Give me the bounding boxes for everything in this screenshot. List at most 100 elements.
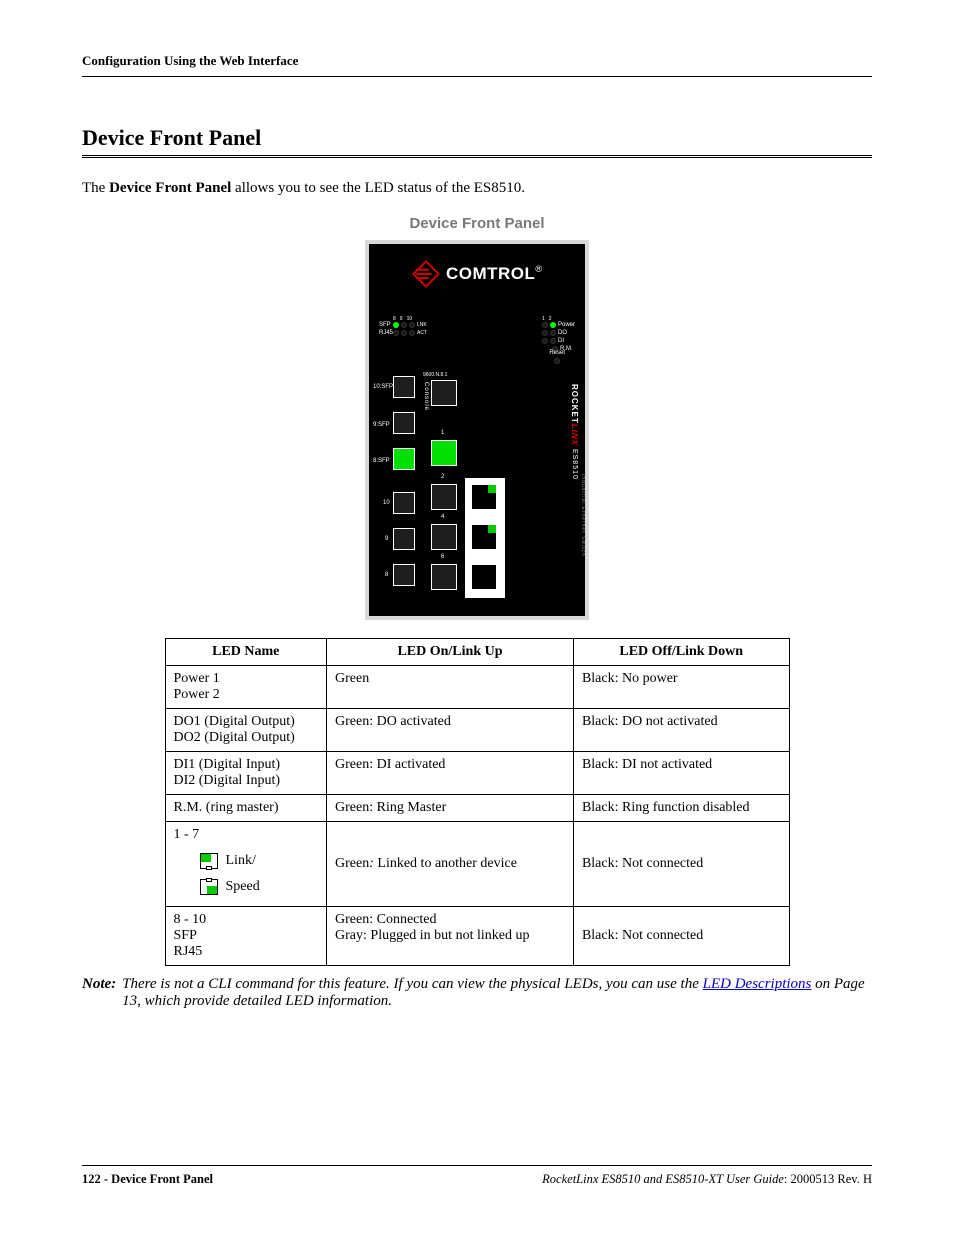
port-10sfp	[393, 376, 415, 398]
console-label: Console	[423, 382, 429, 411]
brand-sub: Industrial Ethernet Switch	[580, 474, 586, 557]
act-label: ACT	[417, 330, 427, 336]
led-dot	[409, 322, 415, 328]
port-6	[431, 564, 457, 590]
lnk-label: LNK	[417, 322, 427, 328]
th-led-name: LED Name	[165, 639, 327, 666]
port-10sfp-label: 10:SFP	[373, 384, 393, 390]
brand-model: ES8510	[571, 446, 578, 480]
rj45-label: RJ45	[379, 330, 391, 336]
cell-name: 8 - 10 SFP RJ45	[165, 907, 327, 966]
cell-on: Green: Ring Master	[327, 795, 574, 822]
led-dot	[550, 322, 556, 328]
port-num-9: 9	[385, 536, 388, 542]
footer-guide-name: RocketLinx ES8510 and ES8510-XT User Gui…	[542, 1172, 784, 1186]
note-body: There is not a CLI command for this feat…	[122, 976, 872, 1010]
port-1	[431, 440, 457, 466]
led-dot	[401, 322, 407, 328]
table-row: DI1 (Digital Input) DI2 (Digital Input) …	[165, 752, 789, 795]
port-num-10: 10	[383, 500, 390, 506]
note-block: Note: There is not a CLI command for thi…	[82, 976, 872, 1010]
panel-caption: Device Front Panel	[82, 215, 872, 232]
cell-off: Black: No power	[573, 666, 789, 709]
reset-label: Reset	[549, 350, 565, 356]
intro-post: allows you to see the LED status of the …	[231, 180, 525, 196]
do-label: DO	[558, 330, 567, 336]
logo-reg: ®	[535, 264, 542, 274]
side-brand: ROCKETLINX ES8510	[570, 384, 579, 480]
section-title: Device Front Panel	[82, 125, 872, 151]
header-text: Configuration Using the Web Interface	[82, 53, 298, 68]
port-8	[393, 564, 415, 586]
port-num-7: 7	[501, 572, 504, 578]
logo-brand-text: COMTROL®	[446, 264, 542, 284]
brand-rocket: ROCKET	[570, 384, 579, 424]
port-num-5: 5	[501, 532, 504, 538]
port-10	[393, 492, 415, 514]
mini-port-icon	[200, 879, 218, 895]
device-front-panel-image: COMTROL® 8 9 10 SFPLNK RJ45ACT 1 2 Power…	[365, 240, 589, 620]
logo-brand: COMTROL	[446, 264, 535, 283]
led-descriptions-link[interactable]: LED Descriptions	[703, 976, 812, 992]
led-dot	[550, 330, 556, 336]
cell-off: Black: DO not activated	[573, 709, 789, 752]
port-8sfp	[393, 448, 415, 470]
led-status-table: LED Name LED On/Link Up LED Off/Link Dow…	[165, 638, 790, 966]
table-row: R.M. (ring master) Green: Ring Master Bl…	[165, 795, 789, 822]
note-label: Note:	[82, 976, 116, 1010]
intro-paragraph: The Device Front Panel allows you to see…	[82, 180, 872, 197]
num-9: 9	[400, 316, 403, 322]
port-8sfp-label: 8:SFP	[373, 458, 390, 464]
title-rule	[82, 155, 872, 158]
link-label: Link/	[226, 853, 256, 869]
port-num-3: 3	[501, 492, 504, 498]
port-2	[431, 484, 457, 510]
led-dot	[550, 338, 556, 344]
cell-name: DI1 (Digital Input) DI2 (Digital Input)	[165, 752, 327, 795]
cell-on: Green: DI activated	[327, 752, 574, 795]
num-2: 2	[549, 316, 552, 322]
page-footer: 122 - Device Front Panel RocketLinx ES85…	[82, 1165, 872, 1187]
cell-name: DO1 (Digital Output) DO2 (Digital Output…	[165, 709, 327, 752]
reset-dot	[554, 358, 560, 364]
port-9sfp-label: 9:SFP	[373, 422, 390, 428]
console-port	[431, 380, 457, 406]
cell-on-text: Linked to another device	[377, 856, 517, 871]
page-header: Configuration Using the Web Interface	[82, 52, 872, 77]
intro-pre: The	[82, 180, 109, 196]
port-5	[471, 524, 497, 550]
cell-off: Black: Not connected	[573, 907, 789, 966]
th-led-on: LED On/Link Up	[327, 639, 574, 666]
reset-area: Reset	[549, 350, 565, 366]
led-dot	[542, 322, 548, 328]
port-3	[471, 484, 497, 510]
port-9	[393, 528, 415, 550]
table-row: DO1 (Digital Output) DO2 (Digital Output…	[165, 709, 789, 752]
comtrol-logo-icon	[412, 260, 440, 288]
speed-label: Speed	[226, 879, 260, 895]
note-pre: There is not a CLI command for this feat…	[122, 976, 702, 992]
led-dot	[409, 330, 415, 336]
baud-label: 9600.N.8.1	[423, 372, 447, 378]
sfp-label: SFP	[379, 322, 391, 328]
cell-off: Black: DI not activated	[573, 752, 789, 795]
led-dot	[393, 330, 399, 336]
led-dot	[393, 322, 399, 328]
led-dot	[542, 338, 548, 344]
footer-page: 122 - Device Front Panel	[82, 1172, 213, 1187]
cell-name: R.M. (ring master)	[165, 795, 327, 822]
port-num-2: 2	[441, 474, 444, 480]
cell-name: Power 1 Power 2	[165, 666, 327, 709]
port-4	[431, 524, 457, 550]
led-dot	[401, 330, 407, 336]
led-area: 8 9 10 SFPLNK RJ45ACT 1 2 Power DO DI R.…	[379, 316, 575, 354]
port-7	[471, 564, 497, 590]
table-row: 1 - 7 Link/ Speed Green: Linked to anoth…	[165, 822, 789, 907]
cell-off: Black: Not connected	[573, 822, 789, 907]
cell-off: Black: Ring function disabled	[573, 795, 789, 822]
port-9sfp	[393, 412, 415, 434]
power-label: Power	[558, 322, 575, 328]
logo-row: COMTROL®	[369, 244, 585, 288]
intro-bold: Device Front Panel	[109, 180, 231, 196]
footer-guide: RocketLinx ES8510 and ES8510-XT User Gui…	[542, 1172, 872, 1187]
